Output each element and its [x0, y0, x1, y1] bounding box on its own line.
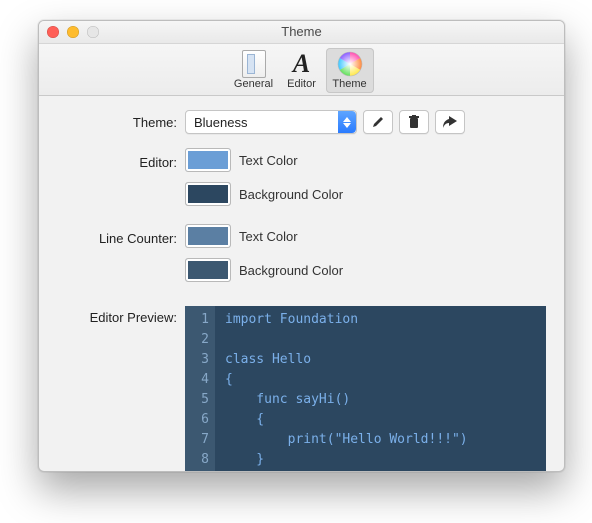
- gutter-bg-color-label: Background Color: [239, 263, 343, 278]
- delete-theme-button[interactable]: [399, 110, 429, 134]
- editor-preview-label: Editor Preview:: [57, 306, 185, 472]
- close-window-button[interactable]: [47, 26, 59, 38]
- preview-gutter: 1 2 3 4 5 6 7 8: [185, 306, 215, 472]
- general-icon: [242, 50, 266, 78]
- theme-select-value: Blueness: [186, 115, 338, 130]
- tab-general-label: General: [230, 78, 278, 90]
- tab-general[interactable]: General: [230, 48, 278, 93]
- editor-preview: 1 2 3 4 5 6 7 8 import Foundation class …: [185, 306, 546, 472]
- pencil-icon: [371, 115, 385, 129]
- edit-theme-button[interactable]: [363, 110, 393, 134]
- toolbar: General A Editor: [39, 44, 564, 96]
- preferences-window: Theme General A Editor: [38, 20, 565, 472]
- preview-code: import Foundation class Hello { func say…: [215, 306, 476, 472]
- editor-bg-color-swatch[interactable]: [185, 182, 231, 206]
- line-counter-section-label: Line Counter:: [57, 231, 185, 246]
- editor-text-color-label: Text Color: [239, 153, 298, 168]
- font-icon: A: [293, 51, 310, 77]
- gutter-bg-color-swatch[interactable]: [185, 258, 231, 282]
- zoom-window-button[interactable]: [87, 26, 99, 38]
- gutter-text-color-label: Text Color: [239, 229, 298, 244]
- color-wheel-icon: [337, 51, 363, 77]
- gutter-text-color-swatch[interactable]: [185, 224, 231, 248]
- minimize-window-button[interactable]: [67, 26, 79, 38]
- trash-icon: [408, 115, 420, 129]
- editor-text-color-swatch[interactable]: [185, 148, 231, 172]
- theme-label: Theme:: [57, 115, 185, 130]
- select-arrows-icon: [338, 111, 356, 133]
- editor-bg-color-label: Background Color: [239, 187, 343, 202]
- share-theme-button[interactable]: [435, 110, 465, 134]
- tab-theme[interactable]: Theme: [326, 48, 374, 93]
- tab-editor-label: Editor: [278, 78, 326, 90]
- window-controls: [47, 26, 99, 38]
- tab-editor[interactable]: A Editor: [278, 48, 326, 93]
- editor-section-label: Editor:: [57, 155, 185, 170]
- titlebar: Theme: [39, 21, 564, 44]
- share-arrow-icon: [443, 116, 457, 128]
- theme-select[interactable]: Blueness: [185, 110, 357, 134]
- content-area: Theme: Blueness: [39, 96, 564, 472]
- window-title: Theme: [281, 24, 321, 39]
- tab-theme-label: Theme: [326, 78, 374, 90]
